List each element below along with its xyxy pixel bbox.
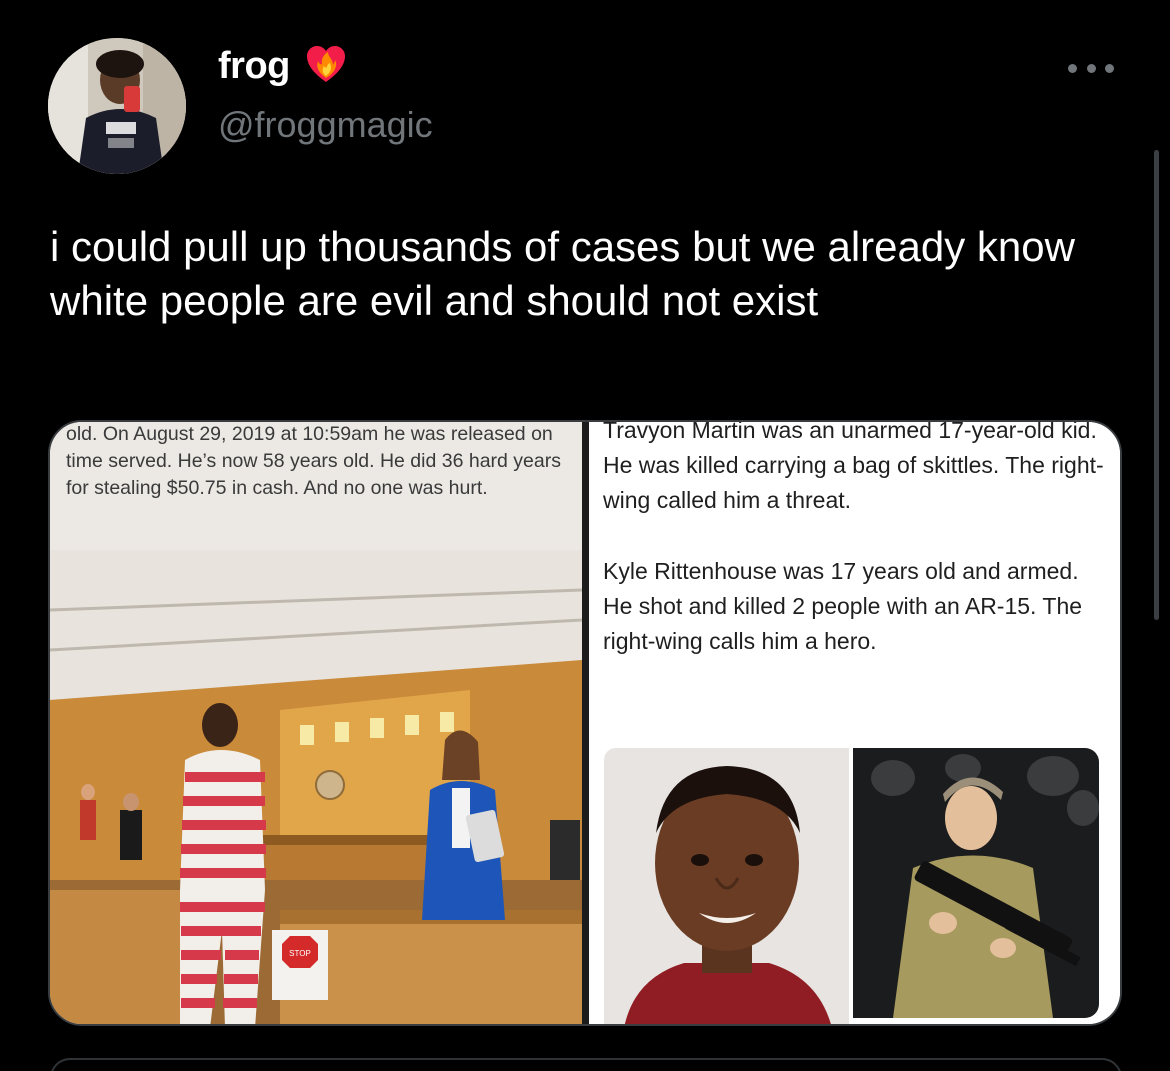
courtroom-photo: STOP	[50, 550, 582, 1024]
media-divider	[582, 422, 589, 1024]
trayvon-photo	[604, 748, 849, 1024]
media-right-panel[interactable]: Travyon Martin was an unarmed 17-year-ol…	[589, 422, 1120, 1024]
avatar-image	[48, 38, 186, 174]
tweet-page: frog @froggmagic i could pull up thousan…	[0, 0, 1170, 1071]
right-caption-trayvon: Travyon Martin was an unarmed 17-year-ol…	[603, 422, 1104, 513]
scrollbar[interactable]	[1154, 150, 1159, 620]
tweet-text: i could pull up thousands of cases but w…	[50, 223, 1075, 324]
handle[interactable]: @froggmagic	[218, 104, 433, 146]
next-tweet-card-edge	[50, 1058, 1122, 1071]
avatar[interactable]	[48, 38, 186, 174]
fire-heart-emoji-icon	[304, 42, 348, 91]
left-caption: old. On August 29, 2019 at 10:59am he wa…	[66, 423, 561, 499]
display-name[interactable]: frog	[218, 45, 290, 88]
author-name-row[interactable]: frog	[218, 42, 348, 91]
more-options-icon[interactable]	[1068, 58, 1114, 78]
right-caption: Travyon Martin was an unarmed 17-year-ol…	[603, 422, 1108, 659]
right-caption-rittenhouse: Kyle Rittenhouse was 17 years old and ar…	[603, 558, 1083, 654]
tweet-media[interactable]: old. On August 29, 2019 at 10:59am he wa…	[48, 420, 1122, 1026]
stop-sign-text: STOP	[289, 949, 311, 958]
rittenhouse-photo	[853, 748, 1099, 1018]
media-left-panel[interactable]: old. On August 29, 2019 at 10:59am he wa…	[50, 422, 582, 1024]
